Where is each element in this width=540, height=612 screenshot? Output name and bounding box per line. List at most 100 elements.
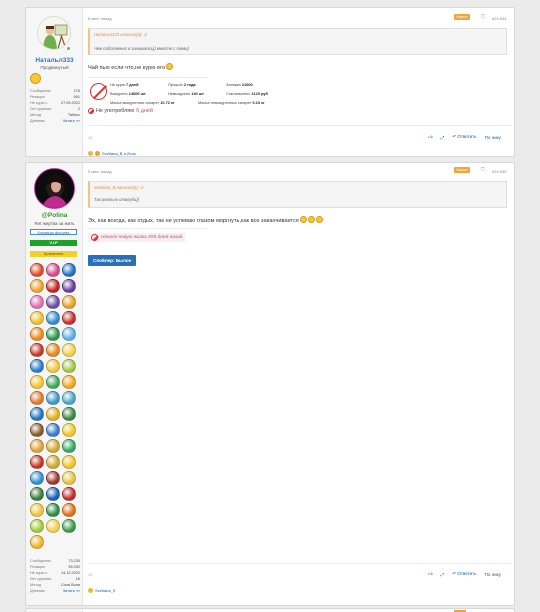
emoji-icon xyxy=(307,216,315,223)
expand-icon[interactable]: ⤢ xyxy=(441,135,445,140)
achievement-icon[interactable] xyxy=(46,407,60,421)
achievement-icon[interactable] xyxy=(30,391,44,405)
achievement-icon[interactable] xyxy=(62,391,76,405)
achievement-icon[interactable] xyxy=(62,311,76,325)
post-time[interactable]: 5 мин. назад xyxy=(88,16,112,21)
achievement-icon[interactable] xyxy=(62,471,76,485)
achievement-icon[interactable] xyxy=(46,311,60,325)
achievement-icon[interactable] xyxy=(62,263,76,277)
bookmark-icon[interactable]: ⛉ xyxy=(481,14,485,20)
achievement-icon[interactable] xyxy=(62,455,76,469)
achievement-icon[interactable] xyxy=(30,327,44,341)
achievement-icon[interactable] xyxy=(62,423,76,437)
achievement-icon[interactable] xyxy=(46,295,60,309)
quote-block: Svetlana_B написал(а): ⊙ Так реально отв… xyxy=(88,181,507,208)
achievement-icon[interactable] xyxy=(30,311,44,325)
quote-nick-button[interactable]: По нику xyxy=(485,572,501,577)
achievement-icon[interactable] xyxy=(46,439,60,453)
achievement-icon[interactable] xyxy=(62,503,76,517)
quote-text: Чем собственно я занимаюсь)) вместе с те… xyxy=(94,46,189,51)
reactions-bar[interactable]: Svetlana_S xyxy=(88,588,115,593)
achievement-icon[interactable] xyxy=(46,279,60,293)
achievement-icon[interactable] xyxy=(30,423,44,437)
achievement-icon[interactable] xyxy=(46,263,60,277)
quote-text: Так реально отвлуби)) xyxy=(94,197,140,202)
achievement-icon[interactable] xyxy=(30,295,44,309)
reply-button[interactable]: ↶ Ответить xyxy=(452,571,476,577)
author-name[interactable]: @Polina xyxy=(26,212,83,219)
achievement-icon[interactable] xyxy=(46,503,60,517)
achievement-icon[interactable] xyxy=(46,391,60,405)
achievements-grid xyxy=(30,263,76,549)
vip-badge: V.I.P xyxy=(30,240,77,246)
achievement-icon[interactable] xyxy=(46,375,60,389)
signature-divider xyxy=(88,77,208,78)
achievement-icon[interactable] xyxy=(62,519,76,533)
expand-icon[interactable]: ⤢ xyxy=(441,572,445,577)
report-count[interactable]: 19 xyxy=(88,572,92,577)
achievement-icon[interactable] xyxy=(62,407,76,421)
achievement-icon[interactable] xyxy=(30,455,44,469)
keeper-badge: Хранитель xyxy=(30,251,77,257)
post-content: 5 мин. назад Новое ⛉ #24.944 Натальл333 … xyxy=(88,8,512,156)
stat-row[interactable]: Дневник Читать »» xyxy=(30,588,80,594)
new-badge: Новое xyxy=(454,14,470,20)
achievement-icon[interactable] xyxy=(30,343,44,357)
achievement-icon[interactable] xyxy=(30,535,44,549)
avatar[interactable] xyxy=(34,168,75,209)
achievement-icon[interactable] xyxy=(30,519,44,533)
avatar[interactable] xyxy=(37,16,71,50)
achievement-icon[interactable] xyxy=(46,423,60,437)
achievement-icon[interactable] xyxy=(46,327,60,341)
achievement-icon[interactable] xyxy=(62,487,76,501)
no-smoking-icon xyxy=(91,234,98,241)
post-number[interactable]: #24.945 xyxy=(492,169,506,174)
achievement-icon[interactable] xyxy=(46,343,60,357)
achievement-icon[interactable] xyxy=(62,359,76,373)
like-icon[interactable]: 👍︎ xyxy=(428,134,433,140)
achievement-icon[interactable] xyxy=(62,343,76,357)
achievement-icon[interactable] xyxy=(30,487,44,501)
achievement-icon[interactable] xyxy=(46,519,60,533)
post-number[interactable]: #24.944 xyxy=(492,16,506,21)
signature-stats: Не курю 7 дней Прошло 2 года Затяжек 216… xyxy=(110,82,268,105)
achievement-icon[interactable] xyxy=(62,439,76,453)
like-icon[interactable]: 👍︎ xyxy=(428,571,433,577)
achievement-icon[interactable] xyxy=(30,359,44,373)
achievement-icon[interactable] xyxy=(62,295,76,309)
achievement-icon[interactable] xyxy=(46,471,60,485)
quote-nick-button[interactable]: По нику xyxy=(485,135,501,140)
achievement-icon[interactable] xyxy=(46,455,60,469)
achievement-icon[interactable] xyxy=(30,263,44,277)
no-smoking-icon xyxy=(90,83,107,100)
quote-author[interactable]: Svetlana_B написал(а): ⊙ xyxy=(94,185,144,190)
quote-author[interactable]: Натальл333 написал(а): ⊙ xyxy=(94,32,147,37)
achievement-icon[interactable] xyxy=(62,375,76,389)
achievement-icon[interactable] xyxy=(30,407,44,421)
no-smoking-icon xyxy=(88,108,94,114)
achievement-icon[interactable] xyxy=(30,439,44,453)
achievement-icon[interactable] xyxy=(30,279,44,293)
post-2: @Polina Ret жертва за жить Команда форум… xyxy=(25,162,515,606)
achievement-icon[interactable] xyxy=(62,327,76,341)
achievement-icon[interactable] xyxy=(30,375,44,389)
post-time[interactable]: 5 мин. назад xyxy=(88,169,112,174)
reply-button[interactable]: ↶ Ответить xyxy=(452,134,476,140)
reactions-bar[interactable]: Svetlana_B и Zeus xyxy=(88,151,136,156)
bookmark-icon[interactable]: ⛉ xyxy=(481,167,485,173)
spoiler-button[interactable]: Спойлер: Былое xyxy=(88,255,137,266)
stat-row[interactable]: Дневник Читать »» xyxy=(30,118,80,124)
achievement-icon[interactable] xyxy=(46,359,60,373)
achievement-icon[interactable] xyxy=(30,471,44,485)
achievement-icon[interactable] xyxy=(30,503,44,517)
author-name[interactable]: Натальл333 xyxy=(26,57,83,64)
achievement-icon[interactable] xyxy=(62,279,76,293)
reaction-icon xyxy=(95,151,100,156)
emoji-icon xyxy=(299,216,307,223)
reaction-icon xyxy=(88,151,93,156)
report-count[interactable]: 19 xyxy=(88,135,92,140)
footer-divider xyxy=(88,125,512,126)
reaction-icon xyxy=(88,588,93,593)
achievement-icon[interactable] xyxy=(46,487,60,501)
life-counter: Начало новую жизнь 659 дней назад xyxy=(88,233,186,242)
